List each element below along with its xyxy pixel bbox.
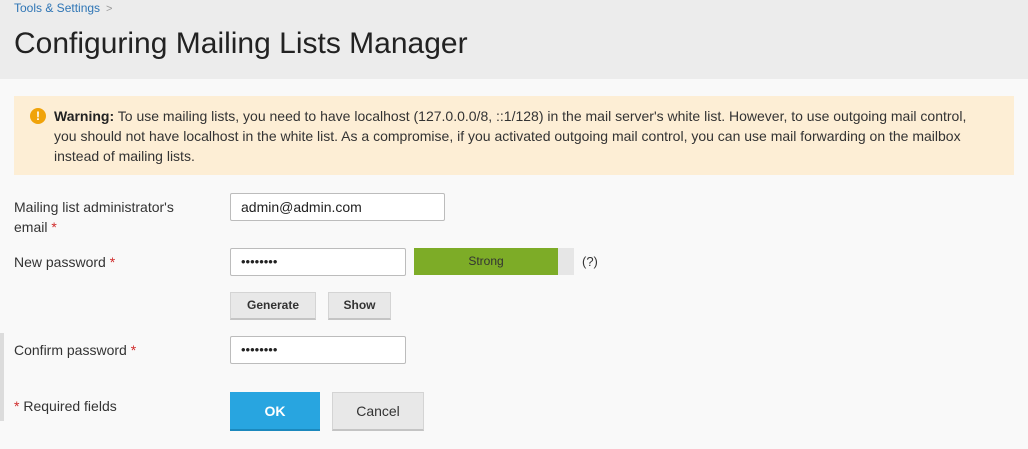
- new-password-label: New password *: [14, 252, 115, 272]
- required-mark: *: [14, 398, 20, 414]
- breadcrumb-separator-icon: >: [106, 3, 113, 15]
- warning-text: To use mailing lists, you need to have l…: [54, 108, 967, 164]
- confirm-password-label: Confirm password *: [14, 340, 136, 360]
- warning-icon: !: [30, 108, 46, 124]
- confirm-password-input[interactable]: ••••••••: [230, 336, 406, 364]
- admin-email-label-line2: email: [14, 219, 48, 235]
- admin-email-input[interactable]: admin@admin.com: [230, 193, 445, 221]
- page-header: Tools & Settings > Configuring Mailing Li…: [0, 0, 1028, 79]
- new-password-label-text: New password: [14, 254, 106, 270]
- page-title: Configuring Mailing Lists Manager: [14, 27, 468, 60]
- breadcrumb: Tools & Settings >: [14, 0, 112, 17]
- required-fields-note: * Required fields: [14, 396, 117, 416]
- warning-label: Warning:: [54, 108, 115, 124]
- cancel-button[interactable]: Cancel: [332, 392, 424, 431]
- left-edge-handle: [0, 333, 4, 421]
- generate-password-button[interactable]: Generate: [230, 292, 316, 320]
- ok-button[interactable]: OK: [230, 392, 320, 431]
- password-strength-meter: Strong: [414, 248, 574, 275]
- new-password-input[interactable]: ••••••••: [230, 248, 406, 276]
- required-fields-text: Required fields: [23, 398, 117, 414]
- warning-message: ! Warning: To use mailing lists, you nee…: [14, 96, 1014, 175]
- show-password-button[interactable]: Show: [328, 292, 391, 320]
- required-mark: *: [51, 219, 57, 235]
- required-mark: *: [109, 254, 116, 270]
- confirm-password-label-text: Confirm password: [14, 342, 127, 358]
- admin-email-label-line1: Mailing list administrator's: [14, 199, 174, 215]
- required-mark: *: [130, 342, 137, 358]
- password-help-link[interactable]: (?): [582, 254, 598, 269]
- password-strength-bar: Strong: [414, 248, 558, 275]
- breadcrumb-link-tools-settings[interactable]: Tools & Settings: [14, 1, 100, 15]
- admin-email-label: Mailing list administrator's email *: [14, 197, 174, 237]
